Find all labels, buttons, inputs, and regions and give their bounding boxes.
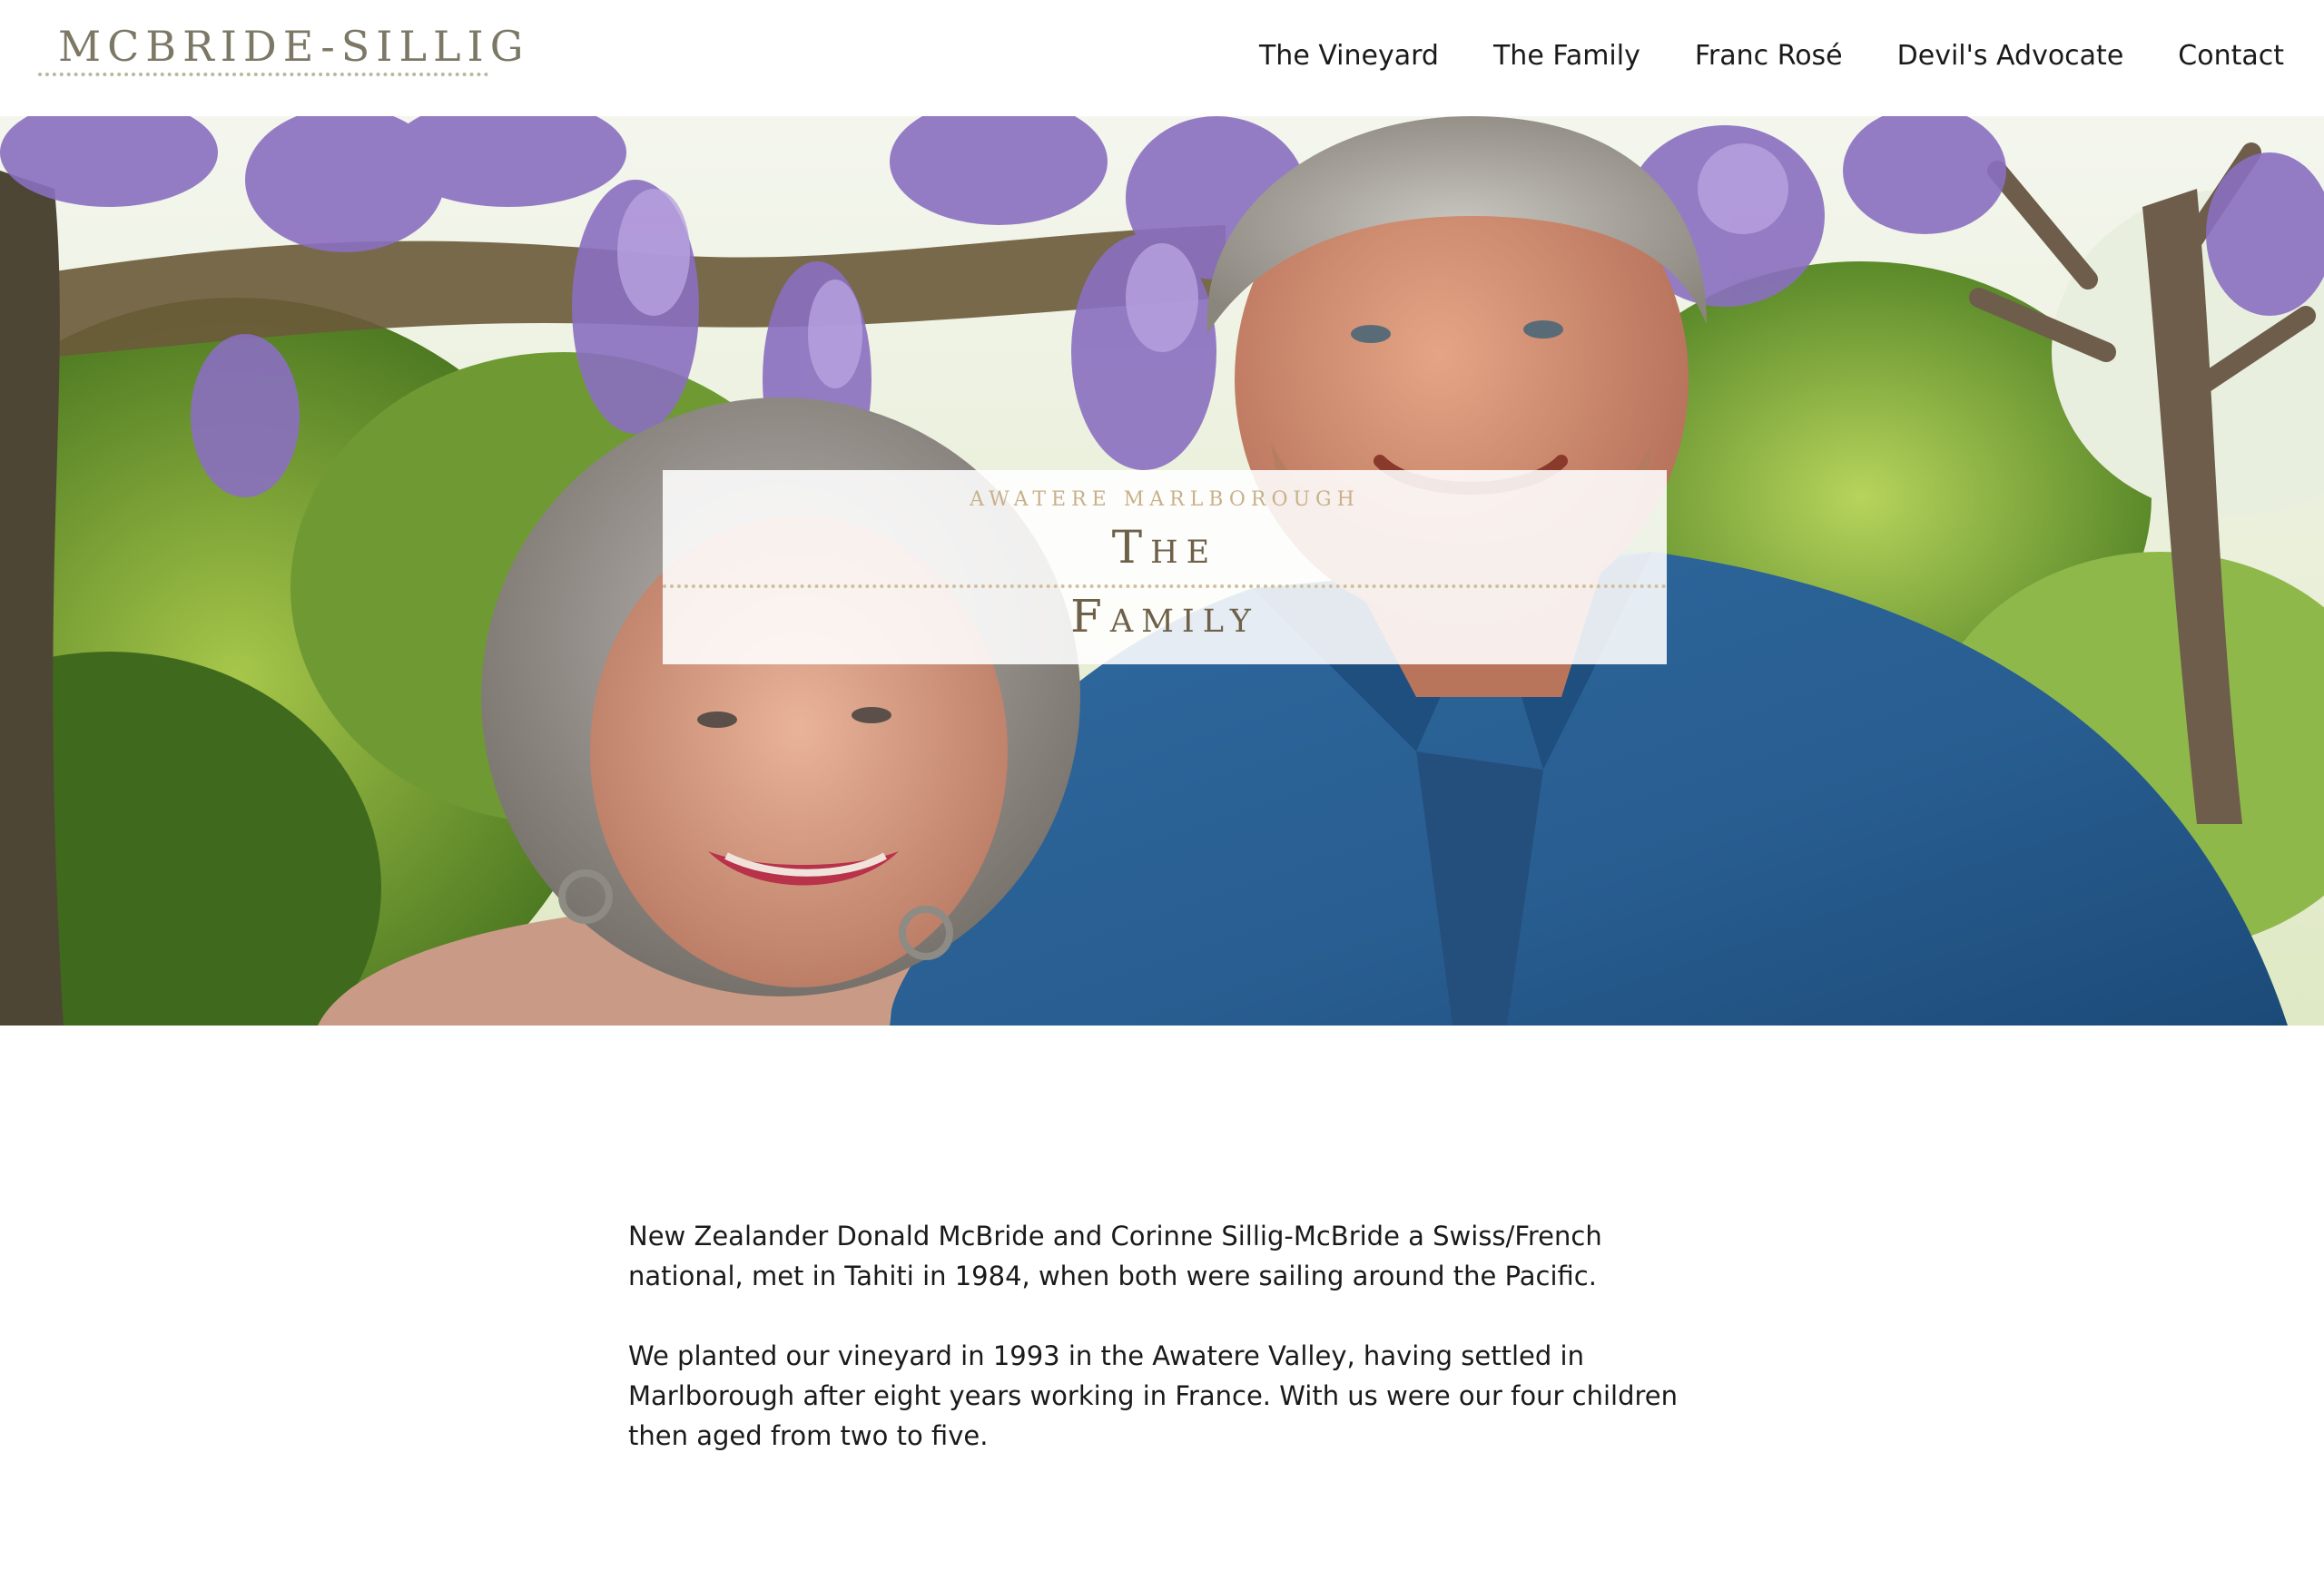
site-header: McBride-Sillig The Vineyard The Family F… [0,0,2324,116]
nav-link-franc-rose[interactable]: Franc Rosé [1695,36,1843,76]
nav-link-the-vineyard[interactable]: The Vineyard [1259,36,1439,76]
page-content: New Zealander Donald McBride and Corinne… [628,1216,1709,1496]
paragraph-intro: New Zealander Donald McBride and Corinne… [628,1221,1602,1291]
nav-link-the-family[interactable]: The Family [1493,36,1640,76]
hero-kicker: AWATERE MARLBOROUGH [970,488,1360,511]
logo-text: McBride-Sillig [58,22,530,71]
site-logo[interactable]: McBride-Sillig [38,13,523,78]
hero-section: AWATERE MARLBOROUGH The Family [0,116,2324,1026]
nav-link-contact[interactable]: Contact [2178,36,2284,76]
logo-dotted-underline [38,73,488,76]
nav-link-devils-advocate[interactable]: Devil's Advocate [1897,36,2124,76]
hero-title-line-2: Family [1070,590,1259,643]
main-nav: The Vineyard The Family Franc Rosé Devil… [1259,36,2284,76]
hero-title-banner: AWATERE MARLBOROUGH The Family [663,470,1667,664]
hero-dotted-divider [663,584,1667,588]
hero-title-line-1: The [1111,521,1218,574]
paragraph-vineyard-history: We planted our vineyard in 1993 in the A… [628,1340,1678,1451]
